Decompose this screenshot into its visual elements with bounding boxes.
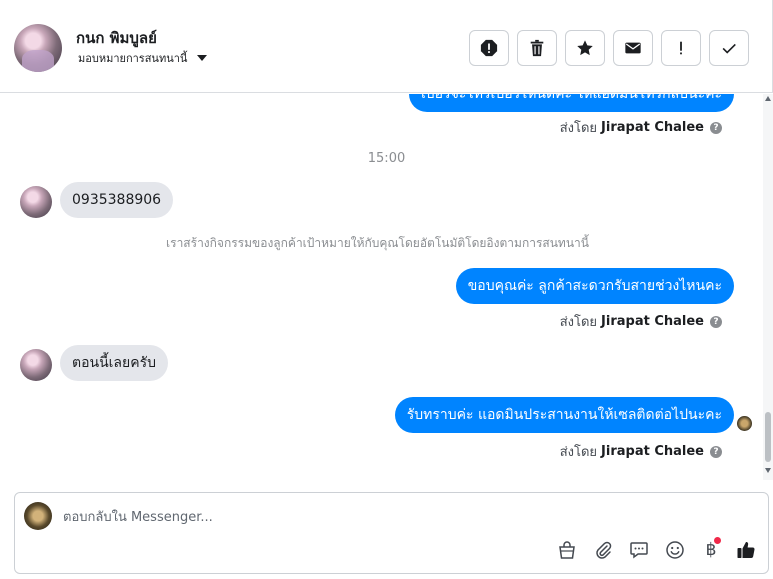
sent-by-prefix: ส่งโดย: [559, 121, 598, 136]
sent-by-prefix: ส่งโดย: [559, 315, 598, 330]
contact-name[interactable]: กนก พิมบูลย์: [76, 26, 157, 50]
outgoing-message-partial: เบอร์จะโทรเบอร์ไหนดีคะ ให้แอดมินโทรกลับน…: [408, 94, 734, 112]
assign-label: มอบหมายการสนทนานี้: [78, 52, 188, 65]
message-timestamp: 15:00: [367, 151, 406, 166]
mark-unread-button[interactable]: [613, 30, 653, 66]
seen-avatar: [737, 416, 752, 431]
envelope-icon: [625, 42, 641, 54]
sent-by-name: Jirapat Chalee: [601, 314, 704, 329]
scroll-down-arrow-icon[interactable]: [765, 468, 771, 473]
sent-by-name: Jirapat Chalee: [601, 444, 704, 459]
emoji-icon: [666, 541, 684, 559]
saved-replies-button[interactable]: [628, 539, 650, 561]
trash-icon: [530, 39, 544, 57]
scrollbar-thumb[interactable]: [765, 412, 771, 462]
paperclip-icon: [596, 541, 612, 559]
outgoing-message: ขอบคุณค่ะ ลูกค้าสะดวกรับสายช่วงไหนคะ: [455, 268, 734, 304]
contact-avatar[interactable]: [14, 24, 62, 72]
sender-avatar[interactable]: [20, 186, 52, 218]
sent-by-prefix: ส่งโดย: [559, 445, 598, 460]
outgoing-message: รับทราบค่ะ แอดมินประสานงานให้เซลติดต่อไป…: [394, 397, 734, 433]
delete-button[interactable]: [517, 30, 557, 66]
incoming-message: ตอนนี้เลยครับ: [60, 345, 168, 381]
incoming-message: 0935388906: [60, 182, 174, 218]
chat-bubble-icon: [630, 542, 648, 559]
help-icon[interactable]: ?: [710, 445, 722, 458]
message-thread[interactable]: เบอร์จะโทรเบอร์ไหนดีคะ ให้แอดมินโทรกลับน…: [0, 94, 762, 480]
sent-by-line: ส่งโดย Jirapat Chalee ?: [560, 311, 722, 332]
attach-button[interactable]: [592, 539, 614, 561]
caret-down-icon: [197, 55, 208, 61]
shop-button[interactable]: [556, 539, 578, 561]
scroll-up-arrow-icon[interactable]: [765, 96, 771, 101]
mark-done-button[interactable]: [709, 30, 749, 66]
notification-dot: [714, 537, 721, 544]
system-note: เราสร้างกิจกรรมของลูกค้าเป้าหมายให้กับคุ…: [166, 236, 589, 250]
report-icon: [480, 39, 498, 57]
thumbs-up-icon: [737, 542, 755, 559]
help-icon[interactable]: ?: [710, 121, 722, 134]
page-avatar: [24, 502, 52, 530]
reply-composer: ฿: [14, 492, 769, 574]
star-icon: [577, 40, 593, 56]
reply-input[interactable]: [63, 507, 663, 527]
report-button[interactable]: [469, 30, 509, 66]
payment-button[interactable]: ฿: [700, 537, 722, 561]
check-icon: [722, 43, 736, 54]
assign-conversation-dropdown[interactable]: มอบหมายการสนทนานี้: [78, 49, 208, 67]
sent-by-line: ส่งโดย Jirapat Chalee ?: [560, 441, 722, 462]
sent-by-name: Jirapat Chalee: [601, 120, 704, 135]
exclamation-icon: [680, 41, 682, 55]
sent-by-line: ส่งโดย Jirapat Chalee ?: [560, 117, 722, 138]
sender-avatar[interactable]: [20, 349, 52, 381]
bag-icon: [559, 541, 575, 559]
like-button[interactable]: [735, 539, 757, 561]
follow-up-button[interactable]: [661, 30, 701, 66]
emoji-button[interactable]: [664, 539, 686, 561]
help-icon[interactable]: ?: [710, 315, 722, 328]
conversation-header: กนก พิมบูลย์ มอบหมายการสนทนานี้: [0, 0, 773, 93]
star-button[interactable]: [565, 30, 605, 66]
